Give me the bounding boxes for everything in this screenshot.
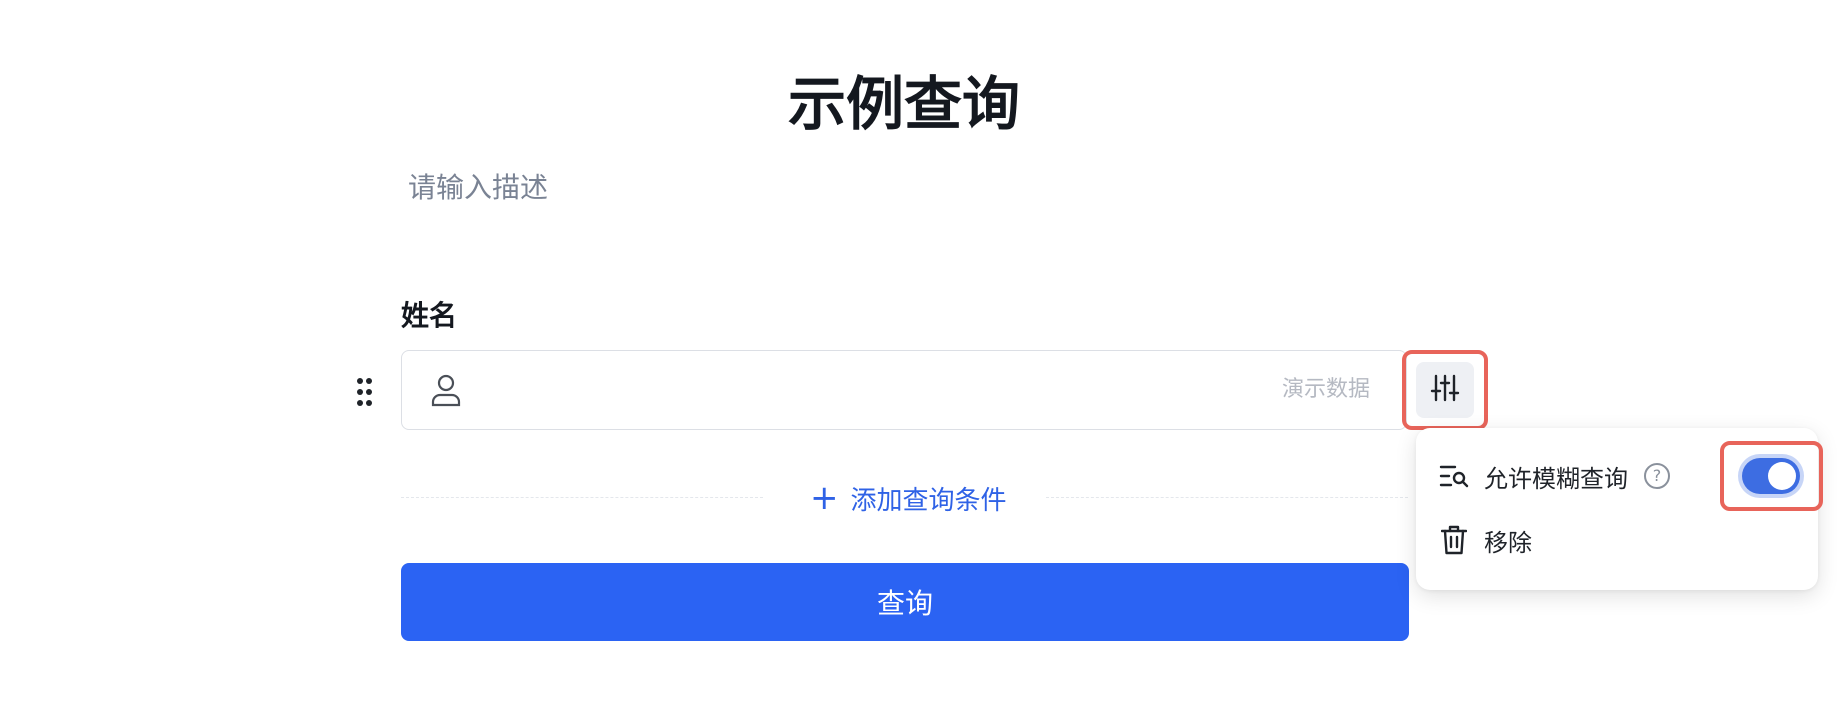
plus-icon: + — [810, 478, 839, 518]
divider-left — [401, 497, 763, 498]
divider-right — [1046, 497, 1408, 498]
form-title[interactable]: 示例查询 — [400, 62, 1408, 146]
add-condition-label: 添加查询条件 — [850, 485, 1007, 516]
sliders-icon — [1430, 373, 1460, 407]
description-field[interactable]: 请输入描述 — [408, 168, 548, 208]
query-form-page: 示例查询 请输入描述 姓名 演示数据 + 添加查询条件 查询 允许模糊查询 ? … — [0, 0, 1842, 712]
demo-data-tag: 演示数据 — [1281, 377, 1370, 402]
query-button[interactable]: 查询 — [401, 563, 1409, 641]
remove-option[interactable]: 移除 — [1438, 520, 1532, 560]
name-input[interactable] — [482, 351, 1186, 431]
person-icon — [430, 373, 462, 407]
fuzzy-query-option: 允许模糊查询 ? — [1438, 456, 1670, 496]
remove-label: 移除 — [1484, 528, 1532, 557]
drag-handle-icon[interactable] — [357, 378, 373, 406]
add-condition-button[interactable]: + 添加查询条件 — [810, 478, 1007, 518]
name-input-container: 演示数据 — [401, 350, 1407, 431]
field-label: 姓名 — [401, 299, 458, 332]
fuzzy-query-toggle[interactable] — [1742, 458, 1800, 494]
search-list-icon — [1438, 460, 1470, 492]
trash-icon — [1438, 524, 1470, 556]
fuzzy-query-label: 允许模糊查询 — [1484, 464, 1628, 493]
field-settings-button[interactable] — [1416, 362, 1474, 418]
question-circle-icon[interactable]: ? — [1644, 463, 1670, 489]
toggle-knob — [1768, 462, 1796, 490]
